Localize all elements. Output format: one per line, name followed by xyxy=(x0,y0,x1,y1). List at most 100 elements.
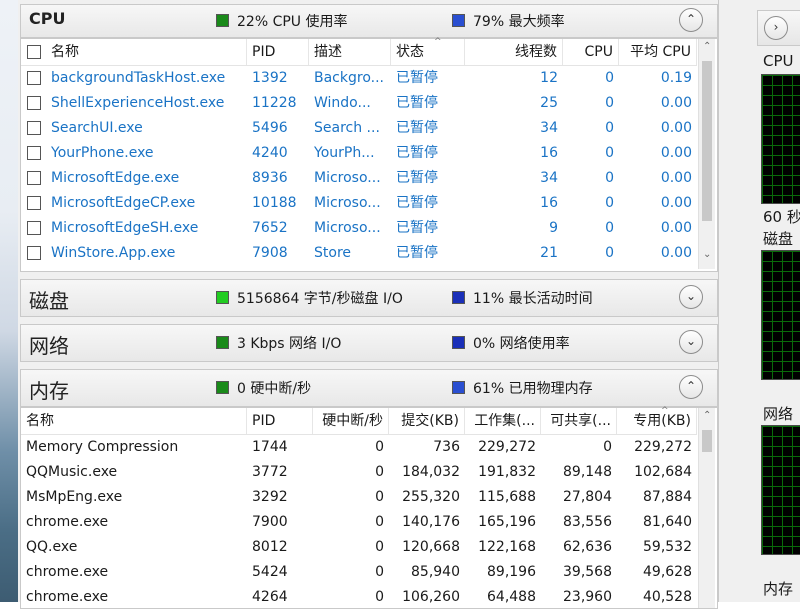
cpu-cell: 0.00 xyxy=(660,245,692,261)
memory-table-row[interactable]: chrome.exe 4264 0 106,260 64,488 23,960 40,528 xyxy=(21,585,697,610)
network-section-header[interactable]: 网络 3 Kbps 网络 I/O 0% 网络使用率 ⌄ xyxy=(20,324,718,362)
memory-cell: 64,488 xyxy=(487,589,536,605)
chevron-right-icon[interactable]: › xyxy=(764,16,788,40)
cpu-column-header[interactable]: PID xyxy=(247,39,309,65)
memory-cell: 59,532 xyxy=(643,539,692,555)
memory-table-row[interactable]: chrome.exe 5424 0 85,940 89,196 39,568 49,628 xyxy=(21,560,697,585)
cpu-frequency-indicator xyxy=(452,14,465,27)
memory-column-header[interactable]: PID xyxy=(247,408,313,434)
memory-cell: 23,960 xyxy=(563,589,612,605)
memory-table-row[interactable]: chrome.exe 7900 0 140,176 165,196 83,556 81,64… xyxy=(21,510,697,535)
graph-side-panel: › CPU 60 秒 磁盘 网络 内存 xyxy=(718,0,800,602)
cpu-column-header[interactable]: 平均 CPU xyxy=(619,39,697,65)
memory-column-header[interactable]: 硬中断/秒 xyxy=(313,408,389,434)
cpu-section-header[interactable]: CPU 22% CPU 使用率 79% 最大频率 ⌃ xyxy=(20,4,718,38)
cpu-table-row[interactable]: WinStore.App.exe 7908 Store 已暂停 21 0 0.00 xyxy=(21,241,697,266)
cpu-cell: YourPh... xyxy=(314,145,375,161)
cpu-cell: WinStore.App.exe xyxy=(51,245,176,261)
cpu-frequency-text: 79% 最大频率 xyxy=(473,14,565,30)
cpu-table-row[interactable]: backgroundTaskHost.exe 1392 Backgro... 已暂停 1… xyxy=(21,66,697,91)
memory-column-header[interactable]: 提交(KB) xyxy=(389,408,465,434)
memory-table-row[interactable]: QQMusic.exe 3772 0 184,032 191,832 89,148 102,… xyxy=(21,460,697,485)
memory-cell: 89,148 xyxy=(563,464,612,480)
cpu-process-table: 名称 PID 描述 状态 线程数 CPU 平均 CPU ^ backgroundTaskHos… xyxy=(20,37,718,272)
cpu-table-row[interactable]: YourPhone.exe 4240 YourPh... 已暂停 16 0 0.00 xyxy=(21,141,697,166)
cpu-cell: 已暂停 xyxy=(396,70,438,86)
scroll-down-icon[interactable]: ⌄ xyxy=(703,249,711,260)
cpu-cell: 7908 xyxy=(252,245,288,261)
cpu-graph-label: CPU xyxy=(763,52,794,70)
cpu-cell: 9 xyxy=(549,220,558,236)
memory-cell: 0 xyxy=(375,539,384,555)
memory-table-row[interactable]: QQ.exe 8012 0 120,668 122,168 62,636 59,532 xyxy=(21,535,697,560)
disk-section-header[interactable]: 磁盘 5156864 字节/秒磁盘 I/O 11% 最长活动时间 ⌄ xyxy=(20,279,718,317)
memory-cell: 49,628 xyxy=(643,564,692,580)
memory-section-header[interactable]: 内存 0 硬中断/秒 61% 已用物理内存 ⌃ xyxy=(20,369,718,407)
memory-cell: MsMpEng.exe xyxy=(26,489,123,505)
memory-cell: 3292 xyxy=(252,489,288,505)
memory-cell: 5424 xyxy=(252,564,288,580)
cpu-cell: 0.00 xyxy=(660,220,692,236)
cpu-cell: 11228 xyxy=(252,95,297,111)
memory-cell: 191,832 xyxy=(478,464,536,480)
cpu-cell: 4240 xyxy=(252,145,288,161)
cpu-cell: 0 xyxy=(605,145,614,161)
memory-cell: Memory Compression xyxy=(26,439,179,455)
memory-table-row[interactable]: Memory Compression 1744 0 736 229,272 0 229,27… xyxy=(21,435,697,460)
memory-cell: 184,032 xyxy=(402,464,460,480)
scroll-up-icon[interactable]: ⌃ xyxy=(703,410,711,421)
memory-column-header[interactable]: 名称 xyxy=(21,408,247,434)
cpu-cell: 5496 xyxy=(252,120,288,136)
chevron-down-icon[interactable]: ⌄ xyxy=(679,285,703,309)
memory-cell: 736 xyxy=(433,439,460,455)
chevron-down-icon[interactable]: ⌄ xyxy=(679,330,703,354)
cpu-column-header[interactable]: CPU xyxy=(563,39,619,65)
cpu-column-header[interactable]: 名称 xyxy=(21,39,247,65)
cpu-cell: YourPhone.exe xyxy=(51,145,154,161)
memory-column-header[interactable]: 专用(KB) xyxy=(617,408,697,434)
cpu-cell: 已暂停 xyxy=(396,145,438,161)
memory-cell: chrome.exe xyxy=(26,514,109,530)
memory-cell: 229,272 xyxy=(478,439,536,455)
scroll-up-icon[interactable]: ⌃ xyxy=(703,41,711,52)
cpu-table-row[interactable]: ShellExperienceHost.exe 11228 Windo... 已暂停 2… xyxy=(21,91,697,116)
memory-table-row[interactable]: MsMpEng.exe 3292 0 255,320 115,688 27,804 87,8… xyxy=(21,485,697,510)
chevron-up-icon[interactable]: ⌃ xyxy=(679,375,703,399)
memory-cell: 0 xyxy=(603,439,612,455)
cpu-cell: Backgro... xyxy=(314,70,384,86)
disk-io-text: 5156864 字节/秒磁盘 I/O xyxy=(237,291,403,307)
network-graph-label: 网络 xyxy=(763,405,794,423)
cpu-cell: 已暂停 xyxy=(396,220,438,236)
memory-cell: 87,884 xyxy=(643,489,692,505)
cpu-table-row[interactable]: SearchUI.exe 5496 Search ... 已暂停 34 0 0.00 xyxy=(21,116,697,141)
cpu-table-scrollbar[interactable]: ⌃ ⌄ xyxy=(698,39,715,269)
memory-cell: 1744 xyxy=(252,439,288,455)
memory-scroll-thumb[interactable] xyxy=(702,430,712,452)
cpu-cell: 12 xyxy=(540,70,558,86)
network-io-indicator xyxy=(216,336,229,349)
cpu-cell: Search ... xyxy=(314,120,380,136)
memory-column-header[interactable]: 可共享(... xyxy=(541,408,617,434)
cpu-cell: 0.19 xyxy=(660,70,692,86)
chevron-up-icon[interactable]: ⌃ xyxy=(679,8,703,32)
cpu-table-row[interactable]: MicrosoftEdgeSH.exe 7652 Microso... 已暂停 9 0 0.… xyxy=(21,216,697,241)
memory-column-header[interactable]: 工作集(... xyxy=(465,408,541,434)
disk-io-indicator xyxy=(216,291,229,304)
cpu-cell: 7652 xyxy=(252,220,288,236)
sort-indicator-icon: ^ xyxy=(434,37,442,47)
disk-section-title: 磁盘 xyxy=(29,289,69,313)
select-all-checkbox[interactable] xyxy=(27,45,41,59)
memory-table-scrollbar[interactable]: ⌃ xyxy=(698,408,715,608)
cpu-column-header[interactable]: 线程数 xyxy=(465,39,563,65)
memory-used-text: 61% 已用物理内存 xyxy=(473,381,593,397)
cpu-table-row[interactable]: MicrosoftEdgeCP.exe 10188 Microso... 已暂停 16 0… xyxy=(21,191,697,216)
cpu-scroll-thumb[interactable] xyxy=(702,61,712,221)
network-usage-text: 0% 网络使用率 xyxy=(473,336,570,352)
memory-cell: 0 xyxy=(375,564,384,580)
cpu-table-row[interactable]: MicrosoftEdge.exe 8936 Microso... 已暂停 34 0 0.0… xyxy=(21,166,697,191)
cpu-column-header[interactable]: 状态 xyxy=(391,39,465,65)
memory-cell: QQ.exe xyxy=(26,539,78,555)
cpu-cell: 0 xyxy=(605,195,614,211)
cpu-column-header[interactable]: 描述 xyxy=(309,39,391,65)
cpu-cell: 0 xyxy=(605,170,614,186)
